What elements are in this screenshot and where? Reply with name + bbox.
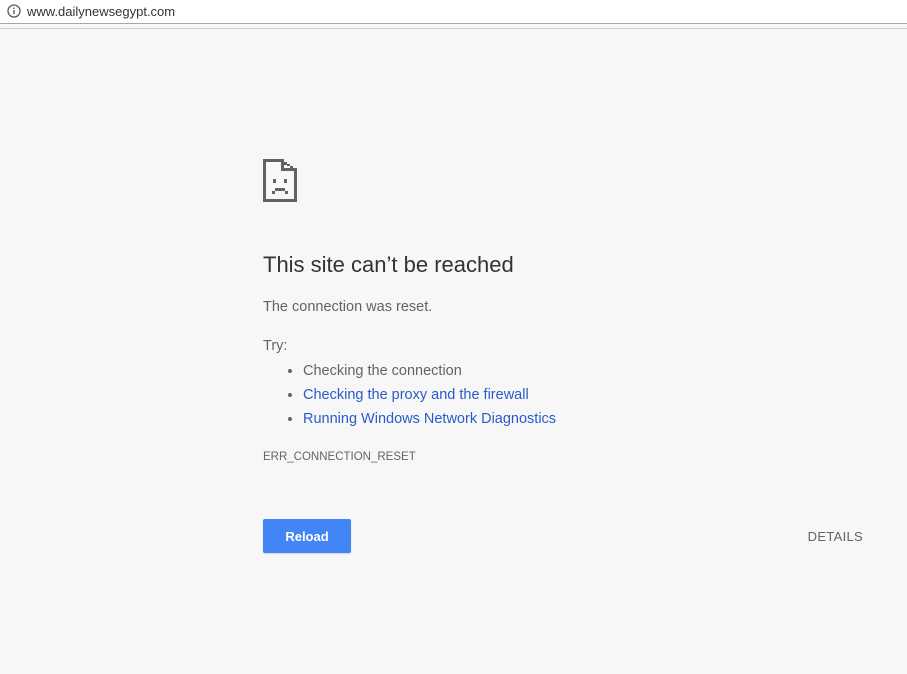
suggestion-link[interactable]: Running Windows Network Diagnostics — [303, 411, 556, 427]
suggestions-list: Checking the connection Checking the pro… — [263, 359, 556, 431]
try-label: Try: — [263, 338, 288, 354]
url-text[interactable]: www.dailynewsegypt.com — [27, 3, 175, 20]
reload-button[interactable]: Reload — [263, 519, 351, 553]
suggestion-label: Checking the connection — [303, 363, 462, 379]
toolbar-divider — [0, 28, 907, 29]
info-circle-icon[interactable] — [7, 4, 21, 18]
suggestion-check-proxy-link[interactable]: Checking the proxy and the firewall — [303, 383, 556, 407]
error-subtitle: The connection was reset. — [263, 299, 433, 315]
suggestion-network-diagnostics-link[interactable]: Running Windows Network Diagnostics — [303, 407, 556, 431]
error-title: This site can’t be reached — [263, 252, 514, 277]
error-code: ERR_CONNECTION_RESET — [263, 451, 416, 463]
suggestion-link[interactable]: Checking the proxy and the firewall — [303, 387, 529, 403]
sad-page-icon — [263, 159, 297, 202]
address-bar[interactable]: www.dailynewsegypt.com — [0, 0, 907, 24]
details-button[interactable]: DETAILS — [790, 519, 870, 553]
suggestion-check-connection: Checking the connection — [303, 359, 556, 383]
